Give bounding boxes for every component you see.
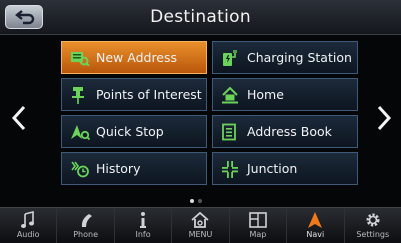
previous-page-button[interactable] [4,96,34,140]
header-bar: Destination [0,0,401,35]
nav-info[interactable]: Info [115,208,173,243]
nav-map[interactable]: Map [230,208,288,243]
nav-label: Info [135,230,151,239]
gear-icon [366,213,380,227]
junction-icon [221,160,247,178]
menu-item-label: Quick Stop [96,124,164,139]
menu-item-address-book[interactable]: Address Book [212,115,358,148]
nav-label: MENU [188,230,213,239]
nav-label: Audio [16,230,40,239]
back-arrow-icon [15,10,35,25]
back-button[interactable] [5,5,43,29]
phone-icon [81,214,92,227]
bottom-nav-bar: Audio Phone Info MENU Map Navi Settings [0,207,401,243]
map-icon [249,212,267,228]
pin-icon [70,86,96,104]
nav-label: Phone [73,230,99,239]
page-indicator [190,199,202,203]
menu-item-label: New Address [96,50,178,65]
menu-item-new-address[interactable]: New Address [61,41,207,74]
menu-item-label: Home [247,87,284,102]
history-icon [70,160,96,178]
menu-item-junction[interactable]: Junction [212,152,358,185]
page-dot-active [190,199,194,203]
menu-item-quick-stop[interactable]: Quick Stop [61,115,207,148]
destination-menu: New Address Charging Station Points of I… [61,41,359,191]
menu-item-label: History [96,161,141,176]
chevron-right-icon [377,105,392,131]
destination-screen: Destination New Address Charging Station… [0,0,401,243]
chevron-left-icon [11,105,26,131]
menu-item-label: Junction [247,161,298,176]
page-dot [198,199,202,203]
page-title: Destination [150,7,251,27]
nav-audio[interactable]: Audio [0,208,58,243]
nav-label: Map [249,230,267,239]
nav-settings[interactable]: Settings [345,208,401,243]
nav-label: Settings [356,230,390,239]
menu-item-label: Address Book [247,124,332,139]
nav-menu[interactable]: MENU [172,208,230,243]
home-icon [221,86,247,104]
menu-item-label: Charging Station [247,50,352,65]
nav-label: Navi [306,230,325,239]
charging-station-icon [221,49,247,67]
info-icon [140,212,147,228]
nav-phone[interactable]: Phone [57,208,115,243]
menu-item-label: Points of Interest [96,87,202,102]
menu-item-charging-station[interactable]: Charging Station [212,41,358,74]
menu-item-points-of-interest[interactable]: Points of Interest [61,78,207,111]
menu-item-history[interactable]: History [61,152,207,185]
menu-home-icon [191,211,210,228]
music-note-icon [21,211,35,228]
new-address-icon [70,50,96,66]
next-page-button[interactable] [369,96,399,140]
menu-item-home[interactable]: Home [212,78,358,111]
address-book-icon [221,123,247,141]
navi-arrow-icon [308,212,323,228]
nav-navi[interactable]: Navi [287,208,345,243]
quick-stop-icon [70,123,96,141]
